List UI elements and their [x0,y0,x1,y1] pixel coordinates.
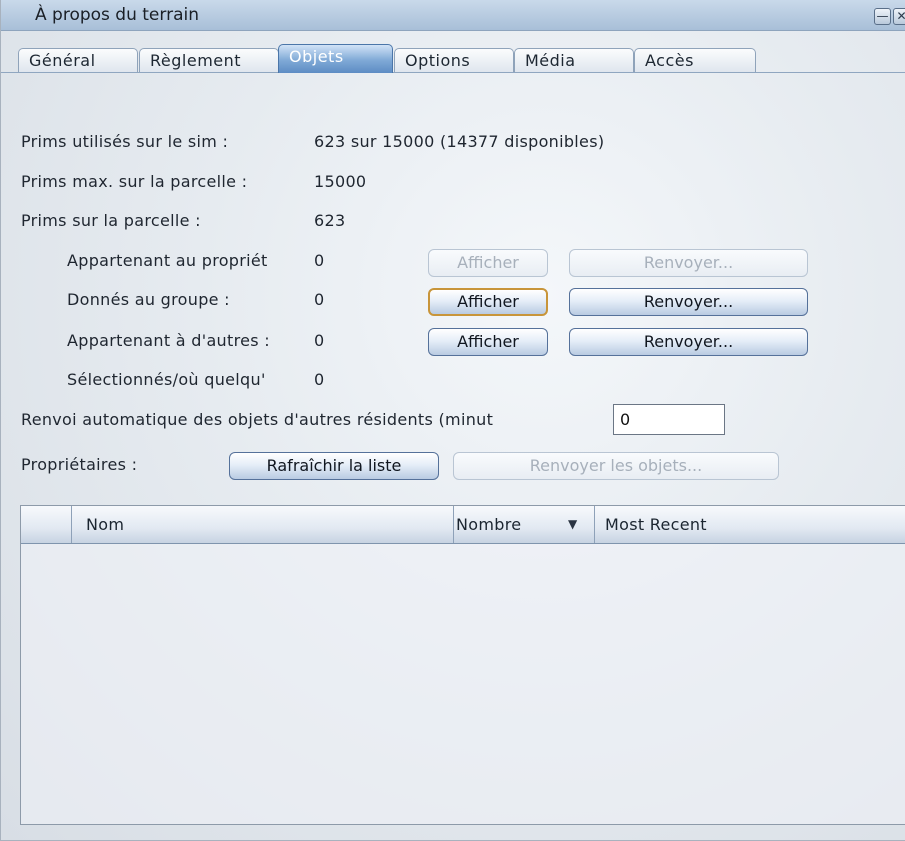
tab-general[interactable]: Général [18,48,138,72]
others-show-button[interactable]: Afficher [428,328,548,356]
owner-prims-value: 0 [314,251,325,270]
column-header-nombre[interactable]: Nombre ▼ [454,506,595,543]
column-header-icon[interactable] [21,506,72,543]
autoreturn-input[interactable]: 0 [613,404,725,435]
parcel-prims-value: 623 [314,211,346,230]
window-title: À propos du terrain [35,5,199,25]
autoreturn-label: Renvoi automatique des objets d'autres r… [21,410,494,429]
minimize-button[interactable]: — [874,8,891,25]
others-prims-label: Appartenant à d'autres : [67,331,270,350]
column-header-nom[interactable]: Nom [72,506,454,543]
others-return-button[interactable]: Renvoyer... [569,328,808,356]
column-header-nombre-label: Nombre [456,515,522,534]
tab-reglement[interactable]: Règlement [139,48,279,72]
return-objects-button[interactable]: Renvoyer les objets... [453,452,779,480]
sort-descending-icon: ▼ [568,517,578,531]
owners-label: Propriétaires : [21,455,138,474]
tab-bar: Général Règlement Objets Options Média A… [1,44,905,73]
owner-prims-label: Appartenant au propriét [67,251,268,270]
owner-return-button[interactable]: Renvoyer... [569,249,808,277]
refresh-list-button[interactable]: Rafraîchir la liste [229,452,439,480]
group-show-button[interactable]: Afficher [428,288,548,316]
group-prims-value: 0 [314,290,325,309]
owners-list[interactable]: Nom Nombre ▼ Most Recent [20,505,905,825]
group-prims-label: Donnés au groupe : [67,290,230,309]
max-prims-label: Prims max. sur la parcelle : [21,172,248,191]
tab-options[interactable]: Options [394,48,514,72]
close-button[interactable]: ✕ [893,8,905,25]
column-header-most-recent[interactable]: Most Recent [595,506,905,543]
group-return-button[interactable]: Renvoyer... [569,288,808,316]
parcel-prims-label: Prims sur la parcelle : [21,211,201,230]
selected-prims-label: Sélectionnés/où quelqu' [67,370,266,389]
others-prims-value: 0 [314,331,325,350]
sim-prims-label: Prims utilisés sur le sim : [21,132,229,151]
title-bar[interactable]: À propos du terrain — ✕ [1,0,905,31]
tab-objets[interactable]: Objets [278,44,393,73]
sim-prims-value: 623 sur 15000 (14377 disponibles) [314,132,605,151]
selected-prims-value: 0 [314,370,325,389]
list-header: Nom Nombre ▼ Most Recent [21,506,905,544]
max-prims-value: 15000 [314,172,367,191]
about-land-window: À propos du terrain — ✕ Général Règlemen… [0,0,905,841]
tab-acces[interactable]: Accès [634,48,756,72]
tab-media[interactable]: Média [514,48,634,72]
owner-show-button[interactable]: Afficher [428,249,548,277]
